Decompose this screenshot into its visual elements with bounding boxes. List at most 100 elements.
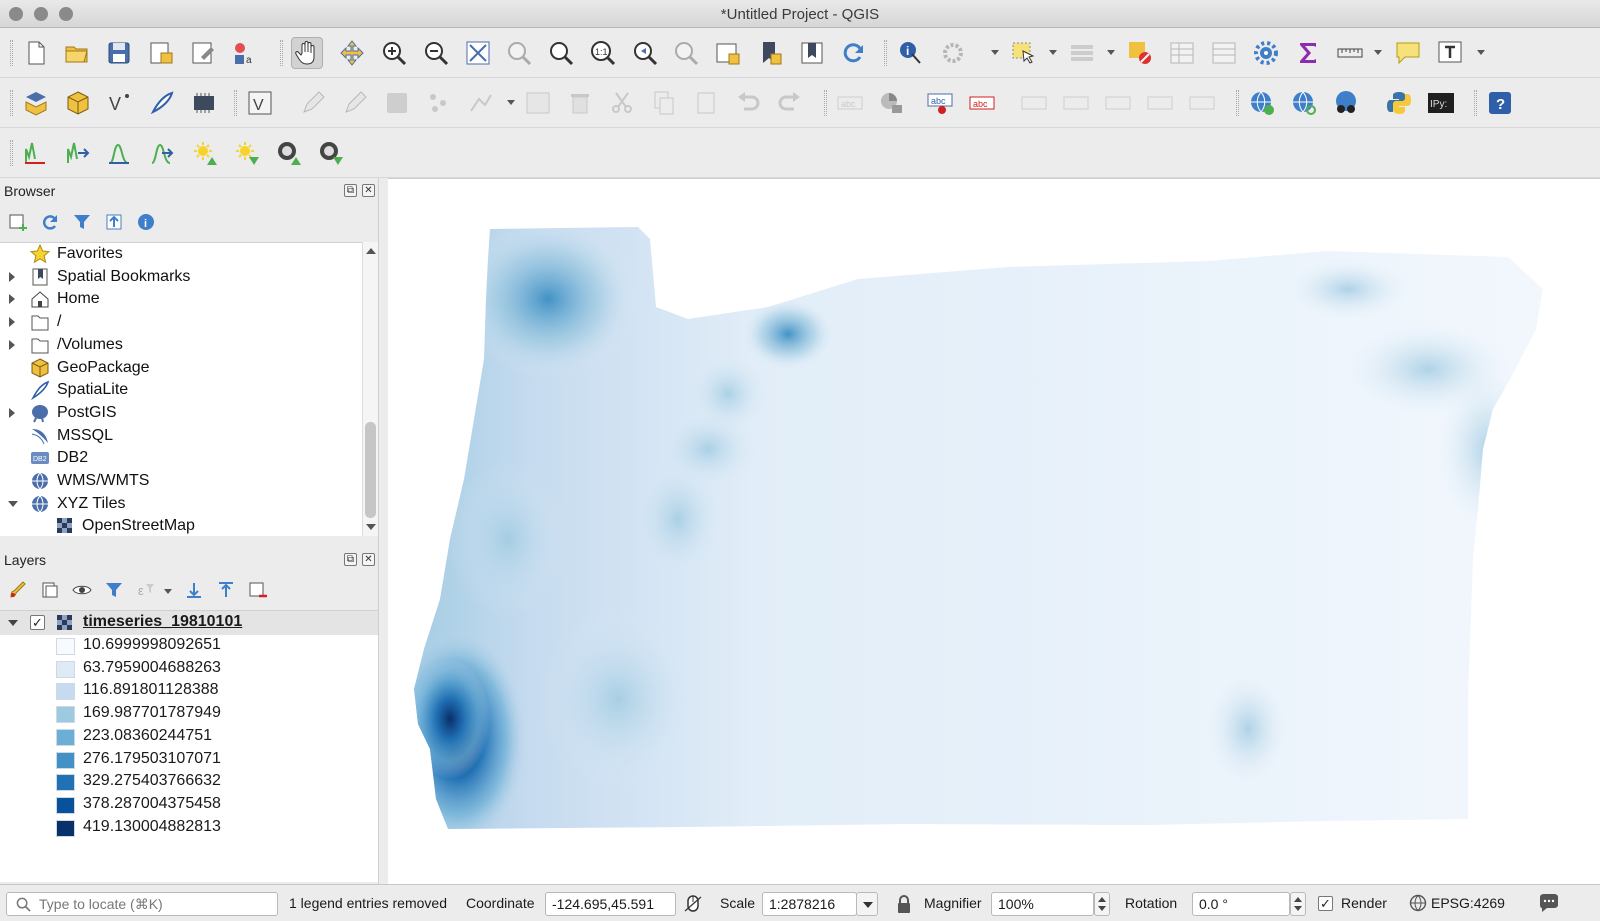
shade-down-button[interactable] <box>315 137 347 169</box>
refresh-button[interactable] <box>837 37 869 69</box>
expand-arrow[interactable] <box>9 339 15 350</box>
edit-pencil-button[interactable] <box>297 87 329 119</box>
toolbox-button[interactable] <box>1250 37 1282 69</box>
modify-attributes-button[interactable] <box>522 87 554 119</box>
rotation-field[interactable]: 0.0 ° <box>1192 892 1290 916</box>
delete-selected-button[interactable] <box>564 87 596 119</box>
expand-all-button[interactable] <box>182 578 206 602</box>
style-manager-button[interactable]: a <box>228 37 260 69</box>
zoom-out-button[interactable] <box>420 37 452 69</box>
browser-item[interactable]: MSSQL <box>0 425 362 448</box>
refresh-browser-button[interactable] <box>38 210 62 234</box>
close-panel-button[interactable]: ✕ <box>362 184 375 197</box>
copy-features-button[interactable] <box>648 87 680 119</box>
toolbar-handle[interactable] <box>280 40 283 66</box>
filter-legend-button[interactable] <box>102 578 126 602</box>
deselect-all-button[interactable] <box>1124 37 1156 69</box>
vertex-tool-button[interactable] <box>465 87 497 119</box>
undo-button[interactable] <box>732 87 764 119</box>
digitizing-vertex-button[interactable]: V <box>244 87 276 119</box>
new-temporary-layer-button[interactable] <box>188 87 220 119</box>
browser-item[interactable]: DB2 DB2 <box>0 447 362 470</box>
browser-scrollbar[interactable] <box>362 242 378 536</box>
toolbar-handle[interactable] <box>10 90 13 116</box>
scale-dropdown-button[interactable] <box>856 892 878 916</box>
ipython-console-button[interactable]: IPy: <box>1425 87 1457 119</box>
new-spatialite-layer-button[interactable] <box>146 87 178 119</box>
rotate-label-button[interactable] <box>1144 87 1176 119</box>
add-group-button[interactable] <box>38 578 62 602</box>
collapse-all-button[interactable] <box>102 210 126 234</box>
rotation-spinner[interactable] <box>1290 892 1306 916</box>
field-calculator-button[interactable] <box>1208 37 1240 69</box>
dropdown-arrow[interactable] <box>1107 50 1115 55</box>
add-wms-layer-button[interactable] <box>1246 87 1278 119</box>
zoom-to-layer-button[interactable] <box>545 37 577 69</box>
select-features-button[interactable] <box>1007 37 1039 69</box>
sun-down-button[interactable] <box>231 137 263 169</box>
toolbar-handle[interactable] <box>10 140 13 166</box>
new-map-view-button[interactable] <box>712 37 744 69</box>
redo-button[interactable] <box>774 87 806 119</box>
shade-up-button[interactable] <box>273 137 305 169</box>
new-project-button[interactable] <box>20 37 52 69</box>
layer-diagram-button[interactable] <box>876 87 908 119</box>
new-geopackage-layer-button[interactable] <box>62 87 94 119</box>
zoom-native-button[interactable]: 1:1 <box>587 37 619 69</box>
help-contents-button[interactable]: ? <box>1484 87 1516 119</box>
save-edits-button[interactable] <box>381 87 413 119</box>
scroll-thumb[interactable] <box>365 422 376 518</box>
locator-search-input[interactable]: Type to locate (⌘K) <box>6 892 278 916</box>
zoom-in-button[interactable] <box>378 37 410 69</box>
toolbar-handle[interactable] <box>1236 90 1239 116</box>
new-bookmark-button[interactable] <box>754 37 786 69</box>
toolbar-handle[interactable] <box>1474 90 1477 116</box>
collapse-arrow[interactable] <box>8 500 18 507</box>
sun-up-button[interactable] <box>189 137 221 169</box>
profile-compare-button[interactable] <box>62 137 94 169</box>
zoom-last-button[interactable] <box>629 37 661 69</box>
map-tips-button[interactable] <box>1392 37 1424 69</box>
dropdown-arrow[interactable] <box>1049 50 1057 55</box>
lock-icon[interactable] <box>896 894 912 914</box>
profile-tool-button[interactable] <box>20 137 52 169</box>
magnifier-spinner[interactable] <box>1094 892 1110 916</box>
identify-features-button[interactable]: i <box>895 37 927 69</box>
open-layer-styling-button[interactable] <box>6 578 30 602</box>
toggle-label-display-button[interactable]: abc <box>966 87 998 119</box>
coordinate-field[interactable]: -124.695,45.591 <box>545 892 676 916</box>
metasearch-results-button[interactable] <box>1330 87 1362 119</box>
float-panel-button[interactable]: ⧉ <box>344 553 357 566</box>
pan-to-selection-button[interactable] <box>336 37 368 69</box>
toggle-editing-button[interactable] <box>339 87 371 119</box>
filter-browser-button[interactable] <box>70 210 94 234</box>
manage-map-themes-button[interactable] <box>70 578 94 602</box>
open-attribute-table-button[interactable] <box>1166 37 1198 69</box>
histogram-tool-button[interactable] <box>104 137 136 169</box>
text-annotation-button[interactable] <box>1434 37 1466 69</box>
layout-manager-button[interactable] <box>187 37 219 69</box>
dropdown-arrow[interactable] <box>1374 50 1382 55</box>
render-checkbox[interactable]: ✓ <box>1318 896 1333 911</box>
filter-by-expression-button[interactable]: ε <box>134 578 158 602</box>
panel-splitter[interactable] <box>378 178 388 884</box>
magnifier-field[interactable]: 100% <box>991 892 1094 916</box>
select-by-value-button[interactable] <box>1066 37 1098 69</box>
dropdown-arrow[interactable] <box>164 589 172 594</box>
dropdown-arrow[interactable] <box>991 50 999 55</box>
pin-label-button[interactable] <box>1018 87 1050 119</box>
layer-visibility-checkbox[interactable]: ✓ <box>30 615 45 630</box>
toolbar-handle[interactable] <box>10 40 13 66</box>
statistics-button[interactable] <box>1292 37 1324 69</box>
close-panel-button[interactable]: ✕ <box>362 553 375 566</box>
dropdown-arrow[interactable] <box>1477 50 1485 55</box>
collapse-layer-arrow[interactable] <box>8 620 18 626</box>
browser-item[interactable]: PostGIS <box>0 402 362 425</box>
histogram-compare-button[interactable] <box>146 137 178 169</box>
cut-features-button[interactable] <box>606 87 638 119</box>
browser-item[interactable]: OpenStreetMap <box>0 515 362 536</box>
pan-map-button[interactable] <box>291 37 323 69</box>
remove-layer-button[interactable] <box>246 578 270 602</box>
properties-button[interactable]: i <box>134 210 158 234</box>
browser-item[interactable]: XYZ Tiles <box>0 493 362 516</box>
